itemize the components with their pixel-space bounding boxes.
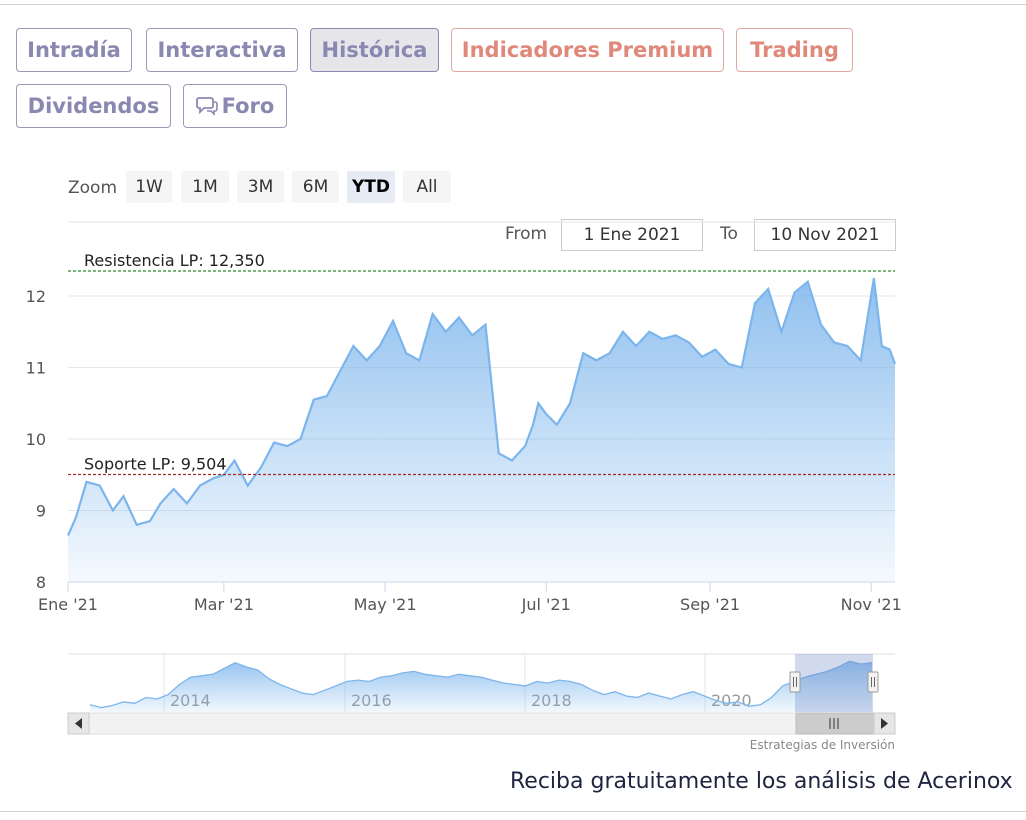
cta-text: Reciba gratuitamente los análisis de Ace… (510, 769, 1013, 794)
scrollbar-thumb[interactable] (795, 712, 875, 735)
x-tick-label: May '21 (354, 595, 417, 614)
x-tick-label: Nov '21 (841, 595, 902, 614)
navigator-selection[interactable] (795, 654, 873, 712)
y-tick-label: 12 (26, 287, 46, 306)
scrollbar-track (67, 712, 896, 735)
x-tick-label: Mar '21 (194, 595, 254, 614)
bottom-divider (0, 811, 1026, 812)
chart-credit: Estrategias de Inversión (750, 738, 895, 752)
resistance-label: Resistencia LP: 12,350 (84, 251, 265, 270)
x-tick-label: Sep '21 (680, 595, 740, 614)
y-tick-label: 8 (36, 573, 46, 592)
y-tick-label: 9 (36, 502, 46, 521)
price-area (68, 278, 895, 582)
x-tick-label: Ene '21 (38, 595, 98, 614)
y-tick-label: 11 (26, 359, 46, 378)
support-label: Soporte LP: 9,504 (84, 454, 227, 473)
navigator-left-handle[interactable] (789, 671, 801, 693)
navigator-right-handle[interactable] (867, 671, 879, 693)
price-chart: Resistencia LP: 12,350Soporte LP: 9,504 … (26, 221, 902, 752)
y-tick-label: 10 (26, 430, 46, 449)
x-tick-label: Jul '21 (521, 595, 571, 614)
